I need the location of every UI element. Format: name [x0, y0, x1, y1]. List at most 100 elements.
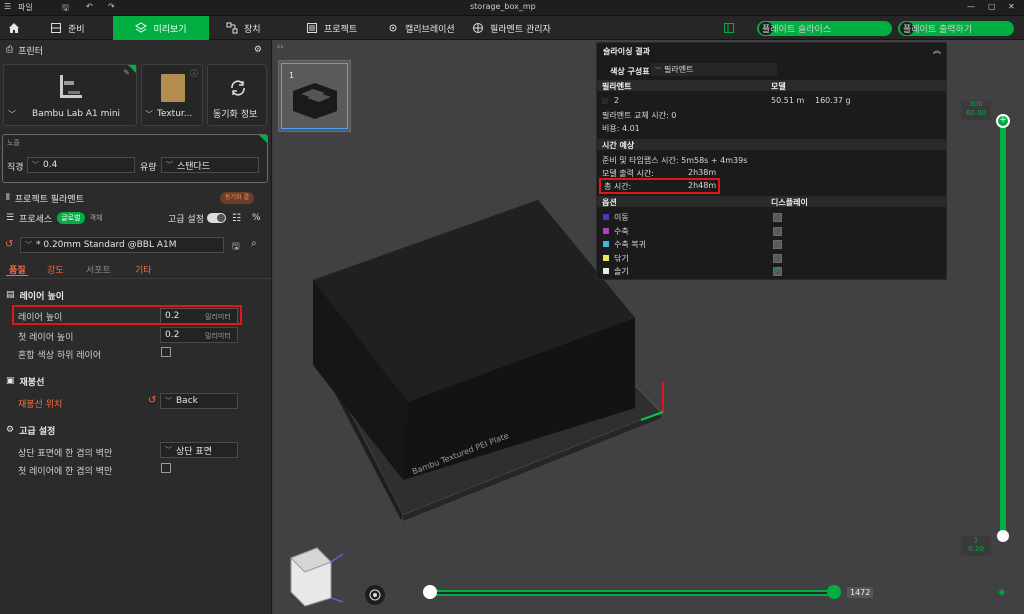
- file-menu[interactable]: 파일: [18, 2, 33, 13]
- slicing-result-panel: 슬라이싱 결과 ︽ 색상 구성표 ﹀ 필라멘트 필라멘트 모델 2 50.51 m…: [596, 42, 947, 280]
- printer-section-header: ⎙ 프린터 ⚙: [6, 45, 262, 57]
- tab-others[interactable]: 기타: [135, 263, 152, 276]
- sync-badge[interactable]: 동기화 결: [220, 192, 254, 204]
- option-label: 수축: [614, 226, 629, 236]
- tab-device[interactable]: 장치: [226, 16, 261, 40]
- printer-card[interactable]: ✎ ﹀ Bambu Lab A1 mini: [3, 64, 137, 126]
- process-icon: ☰: [6, 213, 15, 223]
- project-icon: [307, 23, 317, 33]
- prep-time: 준비 및 타임랩스 시간: 5m58s + 4m39s: [602, 156, 748, 165]
- h-slider-value: 1472: [847, 587, 874, 598]
- nozzle-label: 노즐: [7, 139, 20, 147]
- tab-project[interactable]: 프로젝트: [306, 16, 357, 40]
- tab-filament-manager[interactable]: 필라멘트 관리자: [472, 16, 551, 40]
- save-icon[interactable]: 🖫: [232, 239, 240, 255]
- save-icon[interactable]: 🖫: [62, 2, 69, 16]
- mixed-color-label: 혼합 색상 하위 레이어: [18, 351, 102, 361]
- view-cube[interactable]: [287, 540, 349, 610]
- tab-preview[interactable]: 미리보기: [113, 16, 209, 40]
- filament-icon: ⫴: [6, 193, 10, 203]
- option-label: 닦기: [614, 253, 629, 263]
- option-color-swatch: [603, 268, 609, 274]
- menu-icon[interactable]: ☰: [4, 2, 11, 11]
- option-display-checkbox[interactable]: [773, 253, 782, 263]
- v-slider-bottom-handle[interactable]: [997, 530, 1009, 542]
- model-col-header: 모델: [771, 82, 786, 91]
- plate-image: [161, 74, 185, 102]
- filament-index: 2: [614, 96, 620, 105]
- total-time-label: 총 시간:: [604, 182, 632, 191]
- filament-change-time: 필라멘트 교체 시간: 0: [602, 111, 677, 120]
- layers-icon: ▤: [6, 290, 15, 300]
- v-slider-top-handle[interactable]: +: [996, 114, 1010, 128]
- seam-position-select[interactable]: ﹀ Back: [160, 393, 238, 409]
- tab-calibration[interactable]: 캘리브레이션: [387, 16, 455, 40]
- option-label: 수축 복귀: [614, 240, 646, 249]
- diameter-select[interactable]: ﹀ 0.4: [27, 157, 135, 173]
- advanced-switch[interactable]: [207, 213, 226, 223]
- calibration-icon: [389, 24, 397, 32]
- vertical-slider[interactable]: [1000, 120, 1006, 538]
- advanced-label: 고급 설정: [168, 214, 204, 225]
- option-display-checkbox[interactable]: [773, 240, 782, 249]
- redo-icon[interactable]: ↷: [108, 2, 115, 11]
- tab-calibration-label: 캘리브레이션: [405, 24, 455, 35]
- sync-card[interactable]: 동기화 정보: [207, 64, 267, 126]
- close-icon[interactable]: ✕: [1008, 2, 1015, 11]
- collapse-icon[interactable]: ︽: [933, 45, 941, 56]
- top-surface-wall-select[interactable]: ﹀ 상단 표면: [160, 442, 238, 458]
- flow-select[interactable]: ﹀ 스탠다드: [161, 157, 259, 173]
- percent-icon[interactable]: %: [252, 213, 261, 223]
- print-plate-button[interactable]: ﹀ 플레이트 출력하기: [898, 21, 1014, 36]
- reset-icon[interactable]: ↺: [5, 239, 13, 250]
- tab-filament-manager-label: 필라멘트 관리자: [490, 24, 551, 35]
- chevron-down-icon: ﹀: [145, 110, 153, 119]
- minimize-icon[interactable]: —: [967, 2, 975, 11]
- maximize-icon[interactable]: ▢: [988, 2, 996, 11]
- chevron-down-icon: ﹀: [165, 397, 172, 405]
- slice-plate-button[interactable]: ﹀ 플레이트 슬라이스: [757, 21, 892, 36]
- mixed-color-checkbox[interactable]: [161, 347, 171, 357]
- option-display-checkbox[interactable]: [773, 213, 782, 222]
- focus-icon[interactable]: [365, 585, 385, 605]
- nozzle-box: 노즐 직경 ﹀ 0.4 유량 ﹀ 스탠다드: [2, 134, 268, 183]
- chevron-down-icon: ﹀: [166, 161, 173, 169]
- tab-strength[interactable]: 강도: [47, 263, 64, 276]
- info-icon[interactable]: ⓘ: [190, 68, 198, 79]
- gear-icon[interactable]: ⚙: [254, 45, 262, 55]
- search-icon[interactable]: ⌕: [251, 238, 257, 249]
- device-icon: [226, 22, 238, 34]
- filament-col-header: 필라멘트: [602, 82, 632, 91]
- preset-select[interactable]: ﹀ * 0.20mm Standard @BBL A1M: [20, 237, 224, 253]
- h-slider-start-handle[interactable]: [423, 585, 437, 599]
- chevron-down-icon: ﹀: [655, 67, 662, 74]
- option-display-checkbox[interactable]: ✓: [773, 265, 782, 276]
- project-filament-header: ⫴ 프로젝트 필라멘트 동기화 결: [0, 188, 272, 208]
- tab-prepare[interactable]: 준비: [50, 16, 85, 40]
- printer-image: [60, 75, 82, 98]
- color-scheme-select[interactable]: ﹀ 필라멘트: [651, 63, 777, 76]
- panel-toggle-icon[interactable]: [722, 16, 736, 40]
- plate-card[interactable]: ⓘ ﹀ Textur...: [141, 64, 203, 126]
- horizontal-slider[interactable]: [430, 590, 838, 596]
- h-slider-end-handle[interactable]: [827, 585, 841, 599]
- layer-height-unit: 밀리미터: [205, 313, 231, 321]
- sync-icon: [231, 80, 245, 96]
- reset-icon[interactable]: ↺: [148, 395, 156, 406]
- tab-prepare-label: 준비: [68, 24, 85, 35]
- seam-header: ▣ 재봉선: [6, 376, 45, 388]
- top-surface-wall-label: 상단 표면에 한 겹의 벽만: [18, 449, 113, 459]
- printer-name: Bambu Lab A1 mini: [32, 109, 121, 119]
- left-sidebar: ⎙ 프린터 ⚙ ✎ ﹀ Bambu Lab A1 mini ⓘ ﹀ Textur…: [0, 40, 272, 614]
- layers-icon[interactable]: ◈: [998, 587, 1006, 598]
- filament-swatch: [602, 98, 608, 104]
- tab-support[interactable]: 서포트: [86, 263, 111, 276]
- option-display-checkbox[interactable]: [773, 226, 782, 236]
- home-icon[interactable]: [2, 16, 26, 40]
- model-length: 50.51 m: [771, 96, 805, 105]
- undo-icon[interactable]: ↶: [86, 2, 93, 11]
- list-icon[interactable]: ☷: [232, 213, 241, 224]
- object-toggle[interactable]: 객체: [90, 213, 103, 223]
- global-toggle[interactable]: 글로벌: [57, 212, 85, 224]
- first-layer-wall-checkbox[interactable]: [161, 463, 171, 473]
